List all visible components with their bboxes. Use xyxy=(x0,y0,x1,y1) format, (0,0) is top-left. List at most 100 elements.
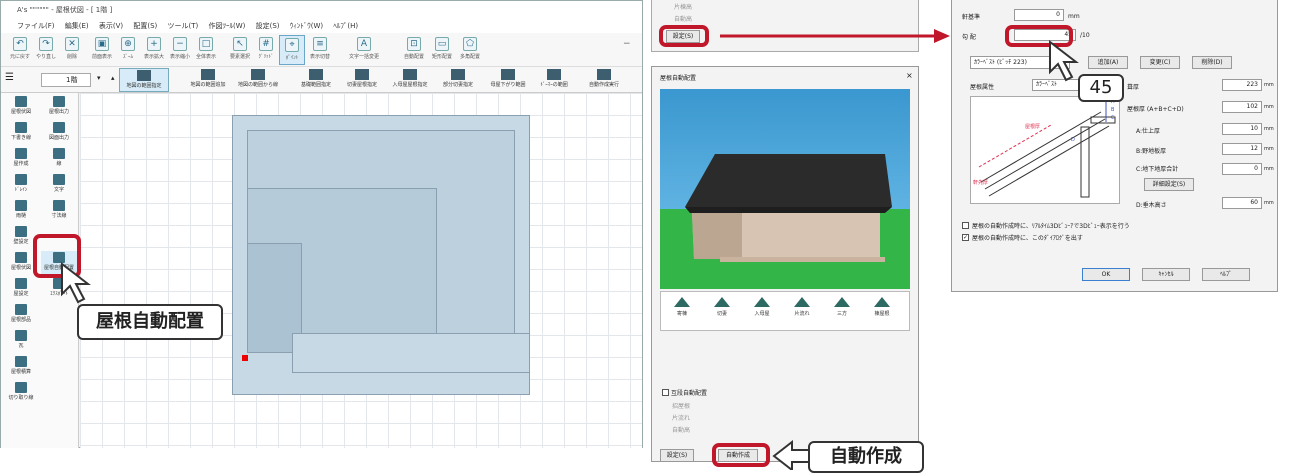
add-button[interactable]: 追加(A) xyxy=(1088,56,1128,69)
realtime-3d-checkbox[interactable] xyxy=(962,222,969,229)
map-range-button[interactable]: 地図の範囲指定 xyxy=(119,68,169,92)
menu-place[interactable]: 配置(S) xyxy=(133,22,157,30)
roof-3d-preview[interactable] xyxy=(660,89,910,289)
hip-gable-roof-icon xyxy=(754,297,770,307)
point-button[interactable]: ⌖ ﾎﾟｲﾝﾄ xyxy=(279,35,305,65)
close-icon[interactable]: × xyxy=(906,71,913,80)
cut-line-tool[interactable]: 切り取り線 xyxy=(3,381,39,405)
roof-output-tool[interactable]: 屋根出力 xyxy=(41,95,77,119)
cursor-icon: ↖ xyxy=(233,37,247,51)
tile-icon xyxy=(15,330,27,341)
show-dialog-label: 屋根の自動作成時に、このﾀﾞｲｱﾛｸﾞを出す xyxy=(972,235,1083,242)
row-input-5[interactable]: 60 xyxy=(1222,197,1262,209)
shed-roof-button[interactable]: 片流れ xyxy=(787,294,817,330)
base-range-icon xyxy=(309,69,323,80)
draft-line-tool[interactable]: 下書き線 xyxy=(3,121,39,145)
three-way-roof-icon xyxy=(834,297,850,307)
auto-place-button[interactable]: ⊡ 自動配置 xyxy=(401,35,427,65)
roof-parts-tool[interactable]: 屋根部品 xyxy=(3,303,39,327)
zoom-in-button[interactable]: + 表示拡大 xyxy=(141,35,167,65)
chevron-up-icon[interactable]: ▴ xyxy=(111,74,115,82)
settings-button[interactable]: 設定(S) xyxy=(660,449,694,462)
minimize-icon[interactable]: − xyxy=(623,39,631,49)
undo-button[interactable]: ↶ 元に戻す xyxy=(7,35,33,65)
row-input-0[interactable]: 223 xyxy=(1222,79,1262,91)
change-button[interactable]: 変更(C) xyxy=(1140,56,1180,69)
option-one-sided[interactable]: 片棟高 xyxy=(674,2,692,11)
chevron-down-icon[interactable]: ▾ xyxy=(97,74,101,82)
auto-place-checkbox[interactable] xyxy=(662,389,669,396)
create-tool[interactable]: 屋作成 xyxy=(3,147,39,171)
row-input-3[interactable]: 12 xyxy=(1222,143,1262,155)
opt-auto-height[interactable]: 自動高 xyxy=(672,425,690,434)
opt-shed[interactable]: 片流れ xyxy=(672,413,690,422)
menu-view[interactable]: 表示(V) xyxy=(99,22,123,30)
drawing-canvas[interactable] xyxy=(80,93,642,448)
opt-roof[interactable]: 招屋根 xyxy=(672,401,690,410)
three-way-roof-button[interactable]: 三方 xyxy=(827,294,857,330)
cancel-button[interactable]: ｷｬﾝｾﾙ xyxy=(1142,268,1190,281)
hip-gable-button[interactable]: 入母屋屋根指定 xyxy=(385,68,435,92)
partial-gable-button[interactable]: 部分切妻指定 xyxy=(433,68,483,92)
gable-button[interactable]: 切妻屋根指定 xyxy=(337,68,387,92)
fit-all-button[interactable]: □ 全体表示 xyxy=(193,35,219,65)
arrow-to-slope xyxy=(720,29,950,43)
front-view-button[interactable]: ▣ 前面表示 xyxy=(89,35,115,65)
menu-help[interactable]: ﾍﾙﾌﾟ(H) xyxy=(333,22,358,30)
help-button[interactable]: ﾍﾙﾌﾟ xyxy=(1202,268,1250,281)
option-auto-height[interactable]: 自動高 xyxy=(674,14,692,23)
zoom-button[interactable]: ⊕ ｽﾞｰﾑ xyxy=(115,35,141,65)
gable-roof-button[interactable]: 切妻 xyxy=(707,294,737,330)
hip-roof-button[interactable]: 寄棟 xyxy=(667,294,697,330)
dormer-button[interactable]: ﾄﾞｰﾏｰの範囲 xyxy=(529,68,579,92)
row-input-1[interactable]: 102 xyxy=(1222,101,1262,113)
roof-outline-bottom[interactable] xyxy=(292,333,530,373)
menu-icon[interactable]: ☰ xyxy=(5,72,19,86)
redo-button[interactable]: ↷ やり直し xyxy=(33,35,59,65)
roof-section-illustration xyxy=(978,102,1116,198)
highlight-auto-create xyxy=(712,443,770,467)
menu-file[interactable]: ファイル(F) xyxy=(17,22,55,30)
delete-button[interactable]: 削除(D) xyxy=(1192,56,1232,69)
menu-settings[interactable]: 設定(S) xyxy=(256,22,280,30)
menu-tool[interactable]: ツール(T) xyxy=(168,22,199,30)
base-range-button[interactable]: 基礎範囲指定 xyxy=(291,68,341,92)
ok-button[interactable]: OK xyxy=(1082,268,1130,281)
roof-plan-tool[interactable]: 屋根伏図 xyxy=(3,95,39,119)
auto-run-button[interactable]: 自動作成実行 xyxy=(579,68,629,92)
text-batch-button[interactable]: A 文字一括変更 xyxy=(343,35,385,65)
detail-settings-button[interactable]: 詳細設定(S) xyxy=(1144,178,1194,191)
ridge-roof-button[interactable]: 棟屋根 xyxy=(867,294,897,330)
hip-gable-icon xyxy=(403,69,417,80)
menu-window[interactable]: ｳｨﾝﾄﾞｳ(W) xyxy=(290,22,323,30)
slope-label: 勾 配 xyxy=(962,34,976,41)
roof-estimate-tool[interactable]: 屋根積算 xyxy=(3,355,39,379)
row-input-4[interactable]: 0 xyxy=(1222,163,1262,175)
zoom-out-button[interactable]: − 表示縮小 xyxy=(167,35,193,65)
map-add-button[interactable]: 地図の範囲追加 xyxy=(183,68,233,92)
display-toggle-button[interactable]: ≡ 表示切替 xyxy=(307,35,333,65)
tile-tool[interactable]: 瓦 xyxy=(3,329,39,353)
dimension-tool[interactable]: 寸法線 xyxy=(41,199,77,223)
map-line-button[interactable]: 地図の範囲から線 xyxy=(233,68,283,92)
row-input-2[interactable]: 10 xyxy=(1222,123,1262,135)
eaves-input[interactable]: 0 xyxy=(1014,9,1064,21)
gutter-tool[interactable]: 雨樋 xyxy=(3,199,39,223)
show-dialog-checkbox[interactable]: ✓ xyxy=(962,234,969,241)
menu-draw-tool[interactable]: 作図ﾂｰﾙ(W) xyxy=(208,22,245,30)
hip-gable-roof-button[interactable]: 入母屋 xyxy=(747,294,777,330)
poly-place-button[interactable]: ⬠ 多角配置 xyxy=(457,35,483,65)
menu-edit[interactable]: 編集(E) xyxy=(65,22,89,30)
main-toolbar: ↶ 元に戻す ↷ やり直し ✕ 削除 ▣ 前面表示 ⊕ ｽﾞｰﾑ + 表示拡大 − 表示縮小 … xyxy=(1,33,642,67)
floor-select[interactable]: 1階 xyxy=(41,73,91,87)
grid-button[interactable]: # ｸﾞﾘｯﾄﾞ xyxy=(253,35,279,65)
line-tool[interactable]: 線 xyxy=(41,147,77,171)
drawing-output-tool[interactable]: 図面出力 xyxy=(41,121,77,145)
select-button[interactable]: ↖ 要素選択 xyxy=(227,35,253,65)
house-setting-tool[interactable]: 屋設定 xyxy=(3,277,39,301)
delete-button[interactable]: ✕ 削除 xyxy=(59,35,85,65)
text-tool[interactable]: 文字 xyxy=(41,173,77,197)
drain-tool[interactable]: ﾄﾞﾚｲﾝ xyxy=(3,173,39,197)
lower-ridge-button[interactable]: 母屋下がり範囲 xyxy=(483,68,533,92)
rect-place-button[interactable]: ▭ 矩形配置 xyxy=(429,35,455,65)
